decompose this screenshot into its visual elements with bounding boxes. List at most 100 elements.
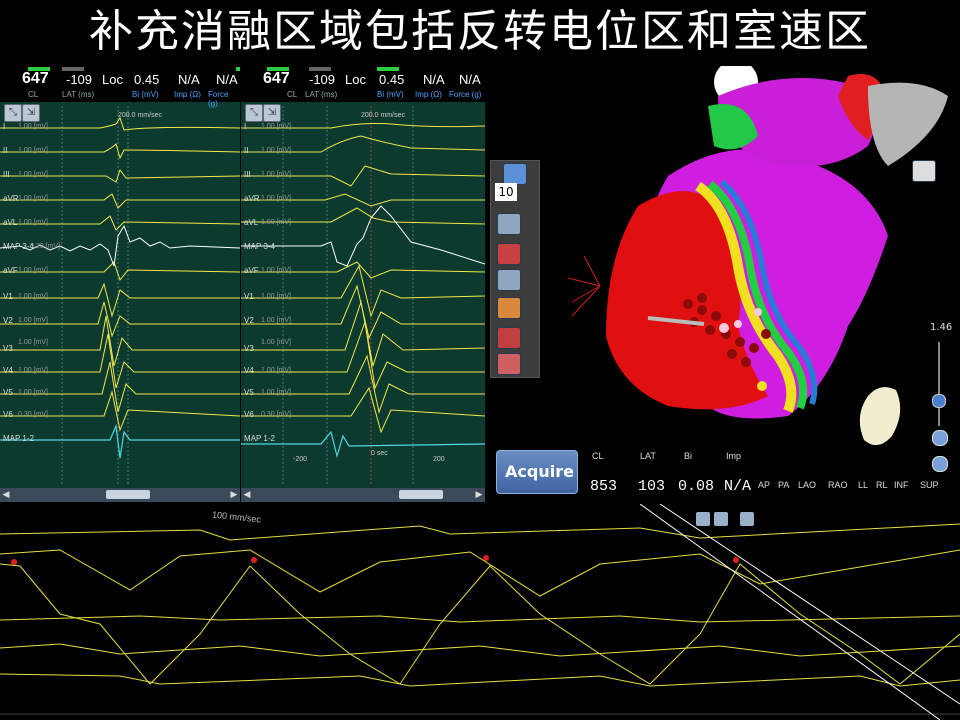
lead-label: V4	[3, 366, 13, 375]
readout-lat-value: 103	[638, 478, 666, 495]
map-legend-button[interactable]	[912, 160, 936, 182]
catheter-button[interactable]	[497, 353, 521, 375]
electroanatomic-map-panel: 10 Acquire ⌄ CL 853 LAT 103 Bi 0.08 Imp …	[488, 66, 960, 502]
scroll-thumb[interactable]	[399, 490, 443, 499]
scroll-right-arrow-icon[interactable]: ▶	[228, 488, 240, 502]
scroll-thumb[interactable]	[106, 490, 150, 499]
scroll-left-arrow-icon[interactable]: ◀	[241, 488, 253, 502]
lead-label: V4	[244, 366, 254, 375]
chevron-down-icon[interactable]: ⌄	[564, 466, 572, 476]
slide-title: 补充消融区域包括反转电位区和室速区	[89, 6, 871, 57]
lead-gain: 1.00 [mV]	[261, 123, 291, 130]
ablation-point-button[interactable]	[497, 297, 521, 319]
strip-tool-icon	[740, 512, 754, 526]
lead-label: V1	[3, 292, 13, 301]
lead-label: V5	[3, 388, 13, 397]
lead-label: II	[244, 146, 249, 155]
lead-label: III	[244, 170, 251, 179]
lead-gain: 1.00 [mV]	[261, 171, 291, 178]
lead-gain: 1.00 [mV]	[18, 219, 48, 226]
lead-label: III	[3, 170, 10, 179]
lead-gain: 1.00 [mV]	[261, 293, 291, 300]
view-pa-button[interactable]: PA	[778, 480, 789, 490]
lead-gain: 1.00 [mV]	[18, 195, 48, 202]
lead-gain: 1.00 [mV]	[261, 267, 291, 274]
lead-gain: 0.30 [mV]	[18, 411, 48, 418]
lead-gain: 1.00 [mV]	[18, 339, 48, 346]
tag-button[interactable]	[497, 243, 521, 265]
lead-gain: 0.20 [mV]	[30, 243, 60, 250]
lead-label: V3	[244, 344, 254, 353]
view-inf-button[interactable]: INF	[894, 480, 909, 490]
lead-gain: 1.00 [mV]	[261, 389, 291, 396]
lead-gain: 1.00 [mV]	[18, 293, 48, 300]
record-button[interactable]	[497, 327, 521, 349]
time-axis-label: -200	[293, 456, 308, 463]
lead-gain: 1.00 [mV]	[261, 219, 291, 226]
lead-label: V3	[3, 344, 13, 353]
lead-label: V2	[244, 316, 254, 325]
lead-gain: 1.00 [mV]	[261, 367, 291, 374]
lead-label: aVR	[244, 194, 260, 203]
heart-orientation-icon	[859, 387, 901, 446]
strip-traces	[0, 504, 960, 720]
lead-label: V2	[3, 316, 13, 325]
readout-cl-value: 853	[590, 478, 618, 495]
lead-label: V1	[244, 292, 254, 301]
readout-bi-label: Bi	[684, 451, 693, 461]
map-number-field[interactable]: 10	[495, 183, 517, 201]
lead-gain: 1.00 [mV]	[18, 123, 48, 130]
time-axis-label: 0 sec	[371, 450, 388, 457]
reset-view-button[interactable]	[932, 430, 948, 446]
lead-label: V6	[3, 410, 13, 419]
lead-gain: 1.00 [mV]	[18, 171, 48, 178]
lead-label: I	[3, 122, 6, 131]
voltage-map-3d[interactable]	[488, 66, 960, 502]
view-ll-button[interactable]: LL	[858, 480, 868, 490]
grid-button[interactable]	[497, 213, 521, 235]
scroll-right-arrow-icon[interactable]: ▶	[473, 488, 485, 502]
zoom-slider-knob[interactable]	[932, 394, 946, 408]
bottom-egm-strip: 100 mm/sec	[0, 504, 960, 720]
lead-label: MAP 1-2	[244, 434, 275, 443]
readout-lat-label: LAT	[640, 451, 656, 461]
rotate-view-button[interactable]	[932, 456, 948, 472]
lead-gain: 1.00 [mV]	[261, 195, 291, 202]
lead-gain: 1.00 [mV]	[18, 267, 48, 274]
lead-label: I	[244, 122, 247, 131]
map-toolbar: 10	[490, 160, 540, 378]
egm-panel-right: 647 CL -109 LAT (ms) Loc 0.45 Bi (mV) N/…	[241, 66, 485, 502]
lead-gain: 1.00 [mV]	[18, 367, 48, 374]
eraser-button[interactable]	[497, 269, 521, 291]
readout-imp-label: Imp	[726, 451, 742, 461]
lead-label: aVR	[3, 194, 19, 203]
scroll-left-arrow-icon[interactable]: ◀	[0, 488, 12, 502]
lead-label: V6	[244, 410, 254, 419]
egm-traces	[241, 106, 485, 486]
map-settings-button[interactable]	[503, 163, 527, 185]
view-ap-button[interactable]: AP	[758, 480, 770, 490]
readout-imp-value: N/A	[724, 478, 752, 495]
lead-label: MAP 3-4	[244, 242, 275, 251]
view-rl-button[interactable]: RL	[876, 480, 888, 490]
lead-gain: 1.00 [mV]	[261, 147, 291, 154]
time-axis-label: 200	[433, 456, 445, 463]
lead-gain: 1.00 [mV]	[261, 339, 291, 346]
lead-gain: 1.00 [mV]	[18, 147, 48, 154]
lead-label: aVF	[3, 266, 18, 275]
horizontal-scrollbar[interactable]: ◀ ▶	[241, 488, 485, 502]
lead-gain: 1.00 [mV]	[261, 317, 291, 324]
zoom-slider-track[interactable]	[938, 342, 940, 426]
lead-label: aVL	[3, 218, 18, 227]
view-sup-button[interactable]: SUP	[920, 480, 939, 490]
lead-gain: 1.00 [mV]	[18, 317, 48, 324]
view-rao-button[interactable]: RAO	[828, 480, 848, 490]
strip-tool-icon	[696, 512, 710, 526]
lead-gain: 0.30 [mV]	[261, 411, 291, 418]
view-lao-button[interactable]: LAO	[798, 480, 816, 490]
zoom-level: 1.46	[930, 322, 953, 333]
lead-label: V5	[244, 388, 254, 397]
readout-cl-label: CL	[592, 451, 604, 461]
lead-label: aVL	[244, 218, 259, 227]
horizontal-scrollbar[interactable]: ◀ ▶	[0, 488, 240, 502]
